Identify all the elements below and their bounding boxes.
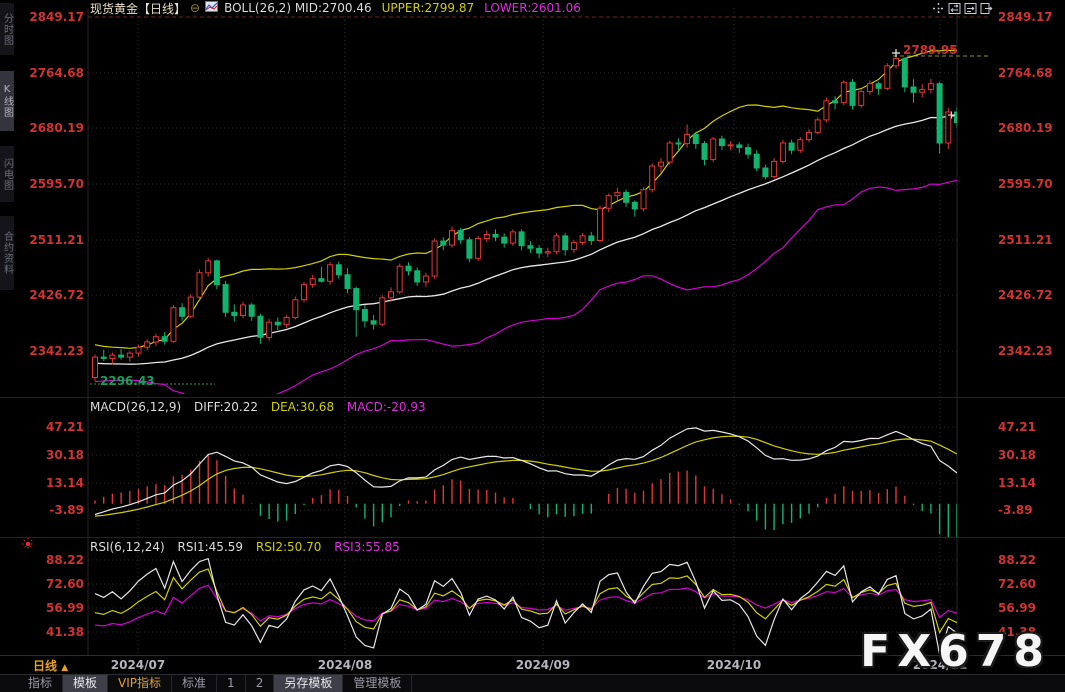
rsi-axis-label: 72.60 <box>998 578 1036 591</box>
tab-2[interactable]: 2 <box>246 675 275 692</box>
price-axis-label: 2680.19 <box>998 122 1053 135</box>
rsi-axis-label: 72.60 <box>20 578 84 591</box>
macd-dea-value: DEA:30.68 <box>271 400 334 414</box>
alert-dot-icon[interactable] <box>20 536 36 552</box>
chart-toolbar <box>932 2 993 15</box>
pan-right-icon[interactable] <box>980 2 993 15</box>
crosshair-icon[interactable] <box>932 2 945 15</box>
low-price-annotation: 2296.43 <box>100 374 155 388</box>
sidebar-item-label: 分时图 <box>0 13 15 46</box>
rsi-axis-label: 88.22 <box>20 554 84 567</box>
price-axis-label: 2680.19 <box>20 122 84 135</box>
compress-horizontal-icon[interactable] <box>948 2 961 15</box>
price-axis-label: 2595.70 <box>20 178 84 191</box>
instrument-title: 现货黄金【日线】 <box>90 0 186 17</box>
period-selector[interactable]: 日线 ▲ <box>33 657 68 674</box>
x-axis-month-label: 2024/08 <box>310 658 380 672</box>
sidebar-item-label: K线图 <box>0 84 15 118</box>
boll-mid-value: BOLL(26,2) MID:2700.46 <box>224 1 372 15</box>
macd-header: MACD(26,12,9) DIFF:20.22 DEA:30.68 MACD:… <box>90 400 426 414</box>
sidebar-item-kline-chart[interactable]: K线图 <box>0 71 14 131</box>
tab-1[interactable]: 1 <box>217 675 246 692</box>
sidebar-item-label: 合约资料 <box>0 231 15 275</box>
tab-templates[interactable]: 模板 <box>63 675 108 692</box>
rsi-name: RSI(6,12,24) <box>90 540 165 554</box>
macd-axis-label: 13.14 <box>998 477 1036 490</box>
boll-lower-value: LOWER:2601.06 <box>484 1 581 15</box>
chart-type-icon[interactable] <box>205 1 218 15</box>
tab-save-template[interactable]: 另存模板 <box>274 675 343 692</box>
macd-axis-label: 47.21 <box>998 421 1036 434</box>
macd-name: MACD(26,12,9) <box>90 400 181 414</box>
sidebar-item-time-chart[interactable]: 分时图 <box>0 3 14 55</box>
rsi-axis-label: 88.22 <box>998 554 1036 567</box>
chart-canvas[interactable] <box>0 0 1065 692</box>
price-axis-label: 2342.23 <box>20 345 84 358</box>
x-axis-month-label: 2024/07 <box>103 658 173 672</box>
sidebar-item-flash-chart[interactable]: 闪电图 <box>0 146 14 202</box>
period-label: 日线 <box>33 659 57 673</box>
macd-axis-label: -3.89 <box>998 504 1033 517</box>
price-axis-label: 2849.17 <box>20 11 84 24</box>
rsi2-value: RSI2:50.70 <box>256 540 322 554</box>
tab-manage-template[interactable]: 管理模板 <box>343 675 412 692</box>
watermark: FX678 <box>860 626 1051 677</box>
macd-diff-value: DIFF:20.22 <box>194 400 258 414</box>
price-axis-label: 2511.21 <box>20 234 84 247</box>
price-axis-label: 2849.17 <box>998 11 1053 24</box>
macd-axis-label: 30.18 <box>20 449 84 462</box>
price-axis-label: 2342.23 <box>998 345 1053 358</box>
price-axis-label: 2595.70 <box>998 178 1053 191</box>
rsi1-value: RSI1:45.59 <box>178 540 244 554</box>
macd-axis-label: 13.14 <box>20 477 84 490</box>
sidebar-item-contract-info[interactable]: 合约资料 <box>0 216 14 290</box>
x-axis-month-label: 2024/10 <box>699 658 769 672</box>
rsi-header: RSI(6,12,24) RSI1:45.59 RSI2:50.70 RSI3:… <box>90 540 400 554</box>
rsi3-value: RSI3:55.85 <box>334 540 400 554</box>
high-price-annotation: 2789.95 <box>903 43 958 57</box>
chart-header: 现货黄金【日线】 ⊖ BOLL(26,2) MID:2700.46 UPPER:… <box>90 1 581 15</box>
price-axis-label: 2426.72 <box>20 289 84 302</box>
expand-horizontal-icon[interactable] <box>964 2 977 15</box>
price-axis-label: 2426.72 <box>998 289 1053 302</box>
macd-axis-label: -3.89 <box>20 504 84 517</box>
macd-axis-label: 30.18 <box>998 449 1036 462</box>
tab-standard[interactable]: 标准 <box>172 675 217 692</box>
price-axis-label: 2511.21 <box>998 234 1053 247</box>
price-axis-label: 2764.68 <box>998 67 1053 80</box>
x-axis-month-label: 2024/09 <box>508 658 578 672</box>
rsi-axis-label: 41.38 <box>20 626 84 639</box>
chart-application: 分时图 K线图 闪电图 合约资料 现货黄金【日线】 ⊖ BOLL(26,2) M… <box>0 0 1065 692</box>
dropdown-arrow-icon: ▲ <box>61 663 68 673</box>
tab-indicators[interactable]: 指标 <box>18 675 63 692</box>
price-axis-label: 2764.68 <box>20 67 84 80</box>
macd-axis-label: 47.21 <box>20 421 84 434</box>
rsi-axis-label: 56.99 <box>998 602 1036 615</box>
boll-upper-value: UPPER:2799.87 <box>382 1 474 15</box>
macd-macd-value: MACD:-20.93 <box>347 400 426 414</box>
tab-vip-indicators[interactable]: VIP指标 <box>108 675 172 692</box>
sidebar-item-label: 闪电图 <box>0 158 15 191</box>
rsi-axis-label: 56.99 <box>20 602 84 615</box>
collapse-icon[interactable]: ⊖ <box>190 1 200 15</box>
